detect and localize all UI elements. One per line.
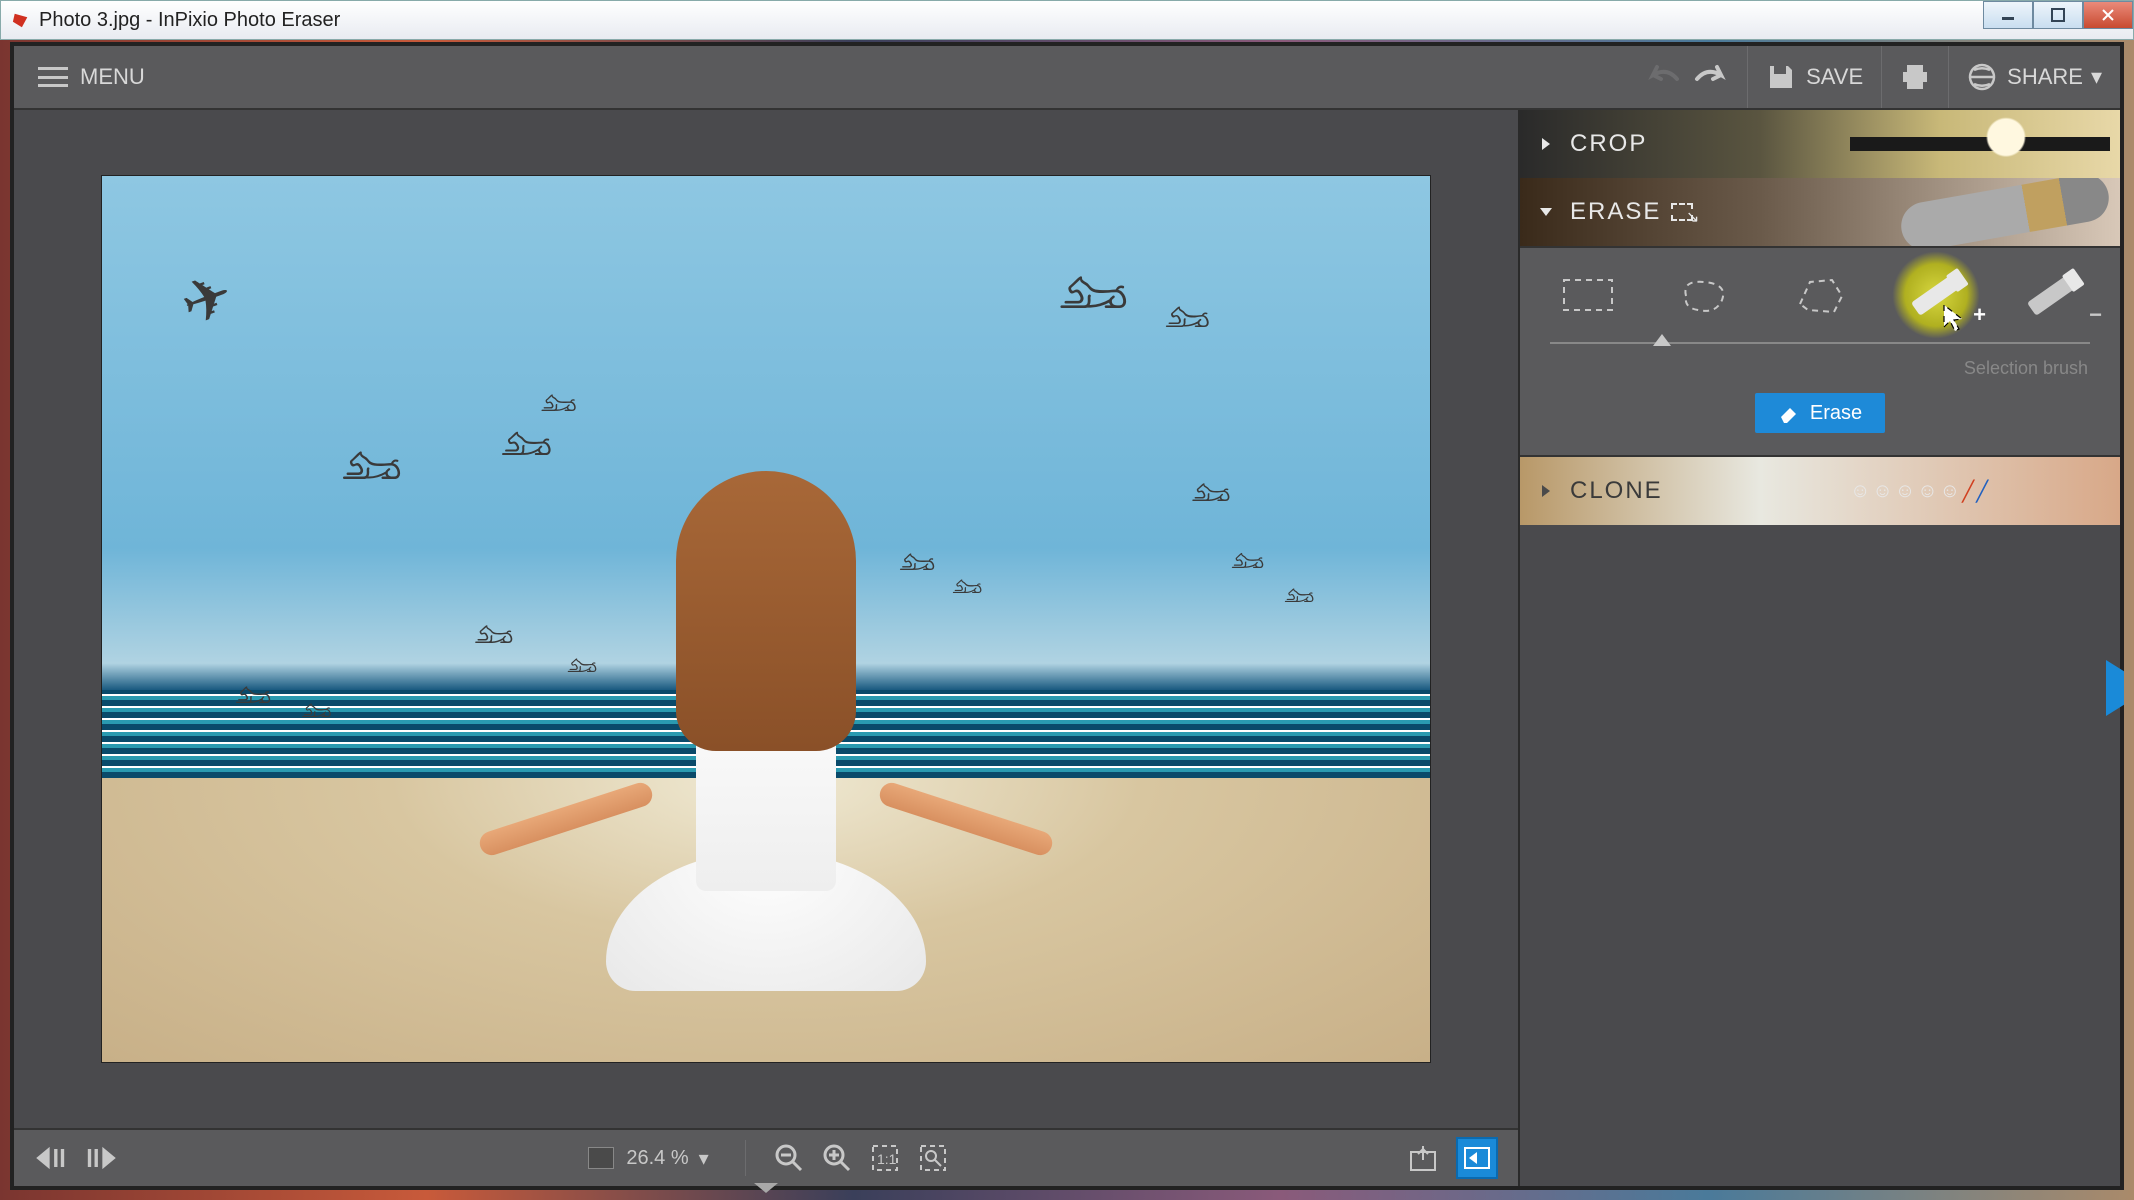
cursor-icon bbox=[1942, 303, 1998, 345]
chevron-down-icon bbox=[1538, 204, 1554, 220]
clone-label: CLONE bbox=[1570, 477, 1663, 505]
prev-image-icon[interactable] bbox=[34, 1143, 72, 1173]
tool-tooltip: Selection brush bbox=[1538, 358, 2088, 379]
erase-label: ERASE bbox=[1570, 198, 1661, 226]
brush-size-slider[interactable] bbox=[1550, 342, 2090, 344]
erase-panel-body: + − Selection brush Erase bbox=[1520, 246, 2120, 457]
erase-mode-icon: ↘ bbox=[1671, 203, 1693, 221]
save-button[interactable]: SAVE bbox=[1747, 46, 1881, 108]
side-panel: CROP ERASE ↘ bbox=[1520, 110, 2120, 1186]
chevron-down-icon: ▾ bbox=[2091, 64, 2102, 90]
photo-canvas[interactable]: ✈ 𐦐 𐦐 𐦐 𐦐 𐦐 𐦐 𐦐 𐦐 𐦐 𐦐 𐦐 𐦐 𐦐 𐦐 𐦐 bbox=[101, 175, 1431, 1063]
bottom-toolbar: 26.4 % ▾ 1:1 bbox=[14, 1128, 1518, 1186]
compare-button[interactable] bbox=[1456, 1137, 1498, 1179]
export-button[interactable] bbox=[1402, 1137, 1444, 1179]
print-icon bbox=[1900, 62, 1930, 92]
save-icon bbox=[1766, 62, 1796, 92]
tool-free-lasso[interactable] bbox=[1664, 268, 1744, 322]
erase-button-label: Erase bbox=[1810, 402, 1862, 425]
erase-button[interactable]: Erase bbox=[1755, 393, 1885, 433]
clone-panel-header[interactable]: CLONE ☺☺☺☺☺╱╱ bbox=[1520, 457, 2120, 525]
expand-side-handle[interactable] bbox=[2106, 660, 2124, 716]
zoom-dropdown[interactable]: 26.4 % ▾ bbox=[580, 1146, 716, 1171]
print-button[interactable] bbox=[1881, 46, 1948, 108]
menu-label: MENU bbox=[80, 64, 145, 90]
chevron-down-icon: ▾ bbox=[699, 1146, 709, 1171]
tool-remove-brush[interactable]: − bbox=[2012, 268, 2092, 322]
main-toolbar: MENU SAVE SHARE ▾ bbox=[14, 46, 2120, 110]
zoom-out-icon[interactable] bbox=[774, 1143, 804, 1173]
app-icon bbox=[11, 10, 31, 30]
window-titlebar: Photo 3.jpg - InPixio Photo Eraser bbox=[0, 0, 2134, 40]
chevron-right-icon bbox=[1538, 136, 1554, 152]
next-image-icon[interactable] bbox=[80, 1143, 118, 1173]
app-frame: MENU SAVE SHARE ▾ ✈ 𐦐 bbox=[10, 42, 2124, 1190]
zoom-value: 26.4 % bbox=[626, 1147, 688, 1170]
crop-panel-header[interactable]: CROP bbox=[1520, 110, 2120, 178]
thumbnail-icon bbox=[588, 1147, 614, 1169]
share-button[interactable]: SHARE ▾ bbox=[1948, 46, 2120, 108]
window-close-button[interactable] bbox=[2083, 1, 2133, 29]
undo-icon[interactable] bbox=[1647, 63, 1681, 91]
share-label: SHARE bbox=[2007, 64, 2083, 90]
eraser-icon bbox=[1778, 402, 1800, 424]
chevron-right-icon bbox=[1538, 483, 1554, 499]
slider-thumb-icon bbox=[1653, 334, 1671, 348]
svg-text:1:1: 1:1 bbox=[877, 1151, 897, 1167]
tool-rect-marquee[interactable] bbox=[1548, 268, 1628, 322]
share-icon bbox=[1967, 62, 1997, 92]
hamburger-icon bbox=[38, 67, 68, 87]
crop-label: CROP bbox=[1570, 130, 1647, 158]
erase-panel-header[interactable]: ERASE ↘ bbox=[1520, 178, 2120, 246]
zoom-in-icon[interactable] bbox=[822, 1143, 852, 1173]
tool-add-brush[interactable]: + bbox=[1896, 268, 1976, 322]
tool-polygon-lasso[interactable] bbox=[1780, 268, 1860, 322]
save-label: SAVE bbox=[1806, 64, 1863, 90]
redo-icon[interactable] bbox=[1693, 63, 1727, 91]
zoom-fit-icon[interactable] bbox=[918, 1143, 948, 1173]
window-title: Photo 3.jpg - InPixio Photo Eraser bbox=[39, 9, 340, 32]
window-minimize-button[interactable] bbox=[1983, 1, 2033, 29]
expand-panel-icon[interactable] bbox=[754, 1183, 778, 1195]
zoom-actual-icon[interactable]: 1:1 bbox=[870, 1143, 900, 1173]
window-maximize-button[interactable] bbox=[2033, 1, 2083, 29]
canvas-area: ✈ 𐦐 𐦐 𐦐 𐦐 𐦐 𐦐 𐦐 𐦐 𐦐 𐦐 𐦐 𐦐 𐦐 𐦐 𐦐 bbox=[14, 110, 1520, 1186]
menu-button[interactable]: MENU bbox=[14, 46, 169, 108]
